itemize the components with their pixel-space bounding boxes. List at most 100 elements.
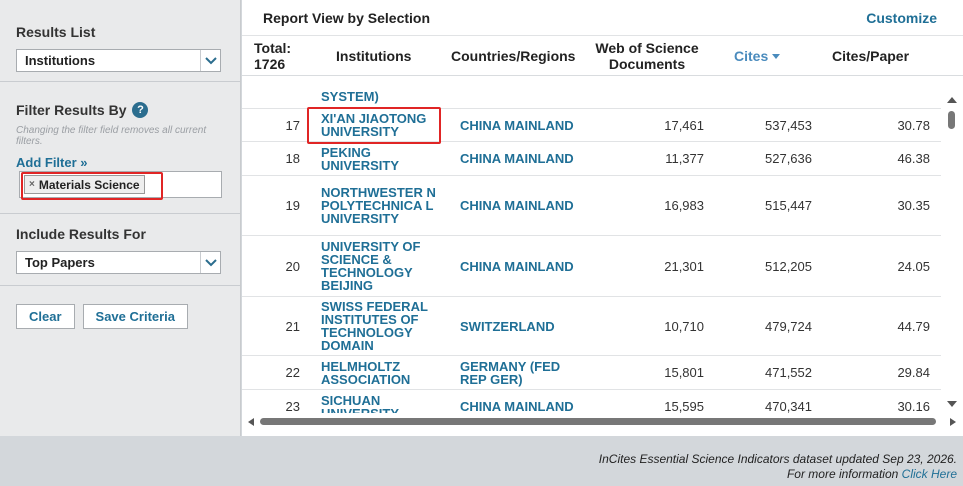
cites-per-paper-cell: 24.05 [897,258,930,274]
horizontal-scrollbar[interactable] [242,413,963,430]
country-link[interactable]: SWITZERLAND [460,297,585,355]
country-link[interactable]: CHINA MAINLAND [460,236,585,296]
total-header: Total: 1726 [254,36,304,76]
chevron-down-icon [200,252,220,273]
country-link[interactable]: CHINA MAINLAND [460,390,585,413]
documents-cell: 17,461 [664,117,704,133]
cites-per-paper-cell: 30.78 [897,117,930,133]
rank-cell: 23 [285,399,300,413]
dataset-update-note: InCites Essential Science Indicators dat… [598,452,957,466]
country-link[interactable]: GERMANY (FED REP GER) [460,356,585,389]
country-link[interactable]: CHINA MAINLAND [460,176,585,235]
institution-link[interactable]: SYSTEM) [321,87,441,108]
wos-documents-line2: Documents [608,56,686,72]
more-info-text: For more information [786,467,899,481]
cites-header[interactable]: Cites [734,36,781,76]
rank-cell: 20 [285,258,300,274]
institution-highlight-box [307,107,441,144]
filter-title-row: Filter Results By ? [16,102,224,118]
rank-cell: 18 [285,151,300,166]
scroll-left-icon[interactable] [247,417,255,427]
documents-cell: 16,983 [664,198,704,213]
vertical-scroll-thumb[interactable] [948,111,955,129]
cites-cell: 527,636 [765,151,812,166]
results-list-value: Institutions [25,53,96,68]
table-row: 21 SWISS FEDERAL INSTITUTES OF TECHNOLOG… [242,296,941,355]
rank-cell: 17 [285,117,300,133]
country-link[interactable]: CHINA MAINLAND [460,142,585,175]
filter-note: Changing the filter field removes all cu… [16,125,207,147]
filter-title: Filter Results By [16,102,127,118]
institution-link[interactable]: UNIVERSITY OF SCIENCE & TECHNOLOGY BEIJI… [321,236,441,296]
countries-header[interactable]: Countries/Regions [451,36,575,76]
table-row: 22 HELMHOLTZ ASSOCIATION GERMANY (FED RE… [242,355,941,389]
horizontal-scroll-thumb[interactable] [260,418,936,425]
chevron-down-icon [200,50,220,71]
cites-cell: 512,205 [765,258,812,274]
customize-link[interactable]: Customize [866,10,937,26]
actions-section: Clear Save Criteria [0,286,240,329]
wos-documents-header[interactable]: Web of Science Documents [593,36,701,76]
scroll-down-icon[interactable] [946,399,958,409]
institution-link[interactable]: PEKING UNIVERSITY [321,142,441,175]
table-row: 20 UNIVERSITY OF SCIENCE & TECHNOLOGY BE… [242,235,941,296]
cites-header-label: Cites [734,48,769,64]
add-filter-link[interactable]: Add Filter » [16,155,224,170]
save-criteria-button[interactable]: Save Criteria [82,304,189,329]
institution-link[interactable]: SICHUAN UNIVERSITY [321,390,441,414]
report-topbar: Report View by Selection Customize [242,0,963,36]
documents-cell: 10,710 [664,318,704,334]
cites-cell: 471,552 [765,365,812,380]
click-here-link[interactable]: Click Here [902,467,957,481]
scroll-up-icon[interactable] [946,95,958,105]
cites-cell: 470,341 [765,399,812,413]
table-row: 18 PEKING UNIVERSITY CHINA MAINLAND 11,3… [242,141,941,175]
total-label: Total: [254,40,292,56]
documents-cell: 15,595 [664,399,704,413]
more-info-line: For more information Click Here [599,467,957,482]
wos-documents-line1: Web of Science [595,40,699,56]
include-select[interactable]: Top Papers [16,251,221,274]
report-panel: Report View by Selection Customize Total… [242,0,963,436]
table-row: 23 SICHUAN UNIVERSITY CHINA MAINLAND 15,… [242,389,941,413]
help-icon[interactable]: ? [132,102,149,118]
table-header: Total: 1726 Institutions Countries/Regio… [242,36,963,76]
footer: InCites Essential Science Indicators dat… [599,452,957,482]
documents-cell: 11,377 [665,151,704,166]
results-list-title: Results List [16,24,96,40]
report-title: Report View by Selection [263,9,431,26]
cites-per-paper-cell: 46.38 [897,151,930,166]
table-row-partial: SYSTEM) [242,87,941,108]
rank-cell: 21 [285,318,300,334]
table-body: SYSTEM) 17 XI'AN JIAOTONG UNIVERSITY CHI… [242,87,941,413]
institution-link[interactable]: NORTHWESTER N POLYTECHNICA L UNIVERSITY [321,176,441,235]
total-value: 1726 [254,56,286,72]
documents-cell: 21,301 [664,258,704,274]
institution-link[interactable]: HELMHOLTZ ASSOCIATION [321,356,441,389]
documents-cell: 15,801 [664,365,704,380]
vertical-scrollbar[interactable] [941,87,963,413]
results-list-select[interactable]: Institutions [16,49,221,72]
cites-per-paper-cell: 30.16 [897,399,930,413]
include-section: Include Results For Top Papers [0,214,240,286]
chip-highlight-box [21,172,163,200]
country-link[interactable]: CHINA MAINLAND [460,109,585,141]
rank-cell: 22 [285,365,300,380]
sort-desc-icon [772,53,781,59]
cites-per-paper-cell: 44.79 [897,318,930,334]
cites-cell: 537,453 [765,117,812,133]
cites-per-paper-header[interactable]: Cites/Paper [832,36,909,76]
include-title: Include Results For [16,226,146,242]
rank-cell: 19 [285,198,300,213]
cites-per-paper-cell: 30.35 [897,198,930,213]
clear-button[interactable]: Clear [16,304,75,329]
include-value: Top Papers [25,255,95,270]
table-row: 19 NORTHWESTER N POLYTECHNICA L UNIVERSI… [242,175,941,235]
institution-link[interactable]: SWISS FEDERAL INSTITUTES OF TECHNOLOGY D… [321,297,441,355]
cites-cell: 515,447 [765,198,812,213]
cites-cell: 479,724 [765,318,812,334]
scroll-right-icon[interactable] [949,417,957,427]
institutions-header[interactable]: Institutions [336,36,411,76]
sidebar: Results List Institutions Filter Results… [0,0,241,436]
results-list-section: Results List Institutions [0,0,240,82]
